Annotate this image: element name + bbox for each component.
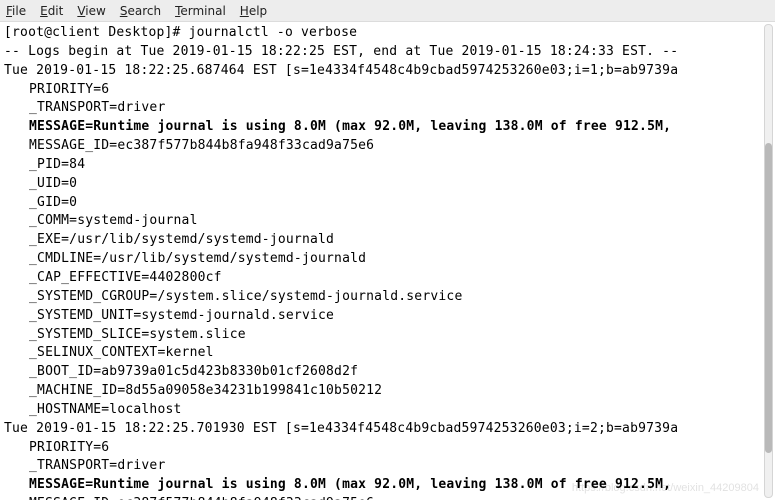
log-field: _BOOT_ID=ab9739a01c5d423b8330b01cf2608d2…: [4, 363, 756, 382]
log-field: _HOSTNAME=localhost: [4, 401, 756, 420]
log-field: _MACHINE_ID=8d55a09058e34231b199841c10b5…: [4, 382, 756, 401]
watermark-text: https://blog.csdn.net/weixin_44209804: [572, 482, 759, 494]
log-field: MESSAGE_ID=ec387f577b844b8fa948f33cad9a7…: [4, 137, 756, 156]
menu-help[interactable]: Help: [240, 4, 267, 18]
log-entry-timestamp: Tue 2019-01-15 18:22:25.687464 EST [s=1e…: [4, 63, 678, 78]
scrollbar-thumb[interactable]: [765, 143, 772, 453]
log-field: _CMDLINE=/usr/lib/systemd/systemd-journa…: [4, 250, 756, 269]
log-field: _EXE=/usr/lib/systemd/systemd-journald: [4, 231, 756, 250]
log-field: PRIORITY=6: [4, 439, 756, 458]
log-field: _COMM=systemd-journal: [4, 212, 756, 231]
log-field: _UID=0: [4, 175, 756, 194]
log-field: _SYSTEMD_CGROUP=/system.slice/systemd-jo…: [4, 288, 756, 307]
menu-search[interactable]: Search: [120, 4, 161, 18]
shell-prompt: [root@client Desktop]#: [4, 25, 189, 40]
log-field: _TRANSPORT=driver: [4, 457, 756, 476]
log-field: _PID=84: [4, 156, 756, 175]
menu-bar: File Edit View Search Terminal Help: [0, 0, 775, 22]
log-header: -- Logs begin at Tue 2019-01-15 18:22:25…: [4, 44, 678, 59]
scrollbar-vertical[interactable]: [764, 24, 773, 498]
terminal-output[interactable]: [root@client Desktop]# journalctl -o ver…: [0, 22, 760, 500]
log-field: _GID=0: [4, 194, 756, 213]
menu-edit[interactable]: Edit: [40, 4, 63, 18]
log-field: _SYSTEMD_SLICE=system.slice: [4, 326, 756, 345]
command-text: journalctl -o verbose: [189, 25, 358, 40]
menu-view[interactable]: View: [77, 4, 105, 18]
log-field: _SELINUX_CONTEXT=kernel: [4, 344, 756, 363]
log-field: PRIORITY=6: [4, 81, 756, 100]
log-field: _CAP_EFFECTIVE=4402800cf: [4, 269, 756, 288]
log-field: MESSAGE_ID=ec387f577b844b8fa948f33cad9a7…: [4, 495, 756, 500]
log-field: _TRANSPORT=driver: [4, 99, 756, 118]
menu-file[interactable]: File: [6, 4, 26, 18]
menu-terminal[interactable]: Terminal: [175, 4, 226, 18]
log-field: MESSAGE=Runtime journal is using 8.0M (m…: [4, 118, 756, 137]
log-field: _SYSTEMD_UNIT=systemd-journald.service: [4, 307, 756, 326]
log-entry-timestamp: Tue 2019-01-15 18:22:25.701930 EST [s=1e…: [4, 421, 678, 436]
